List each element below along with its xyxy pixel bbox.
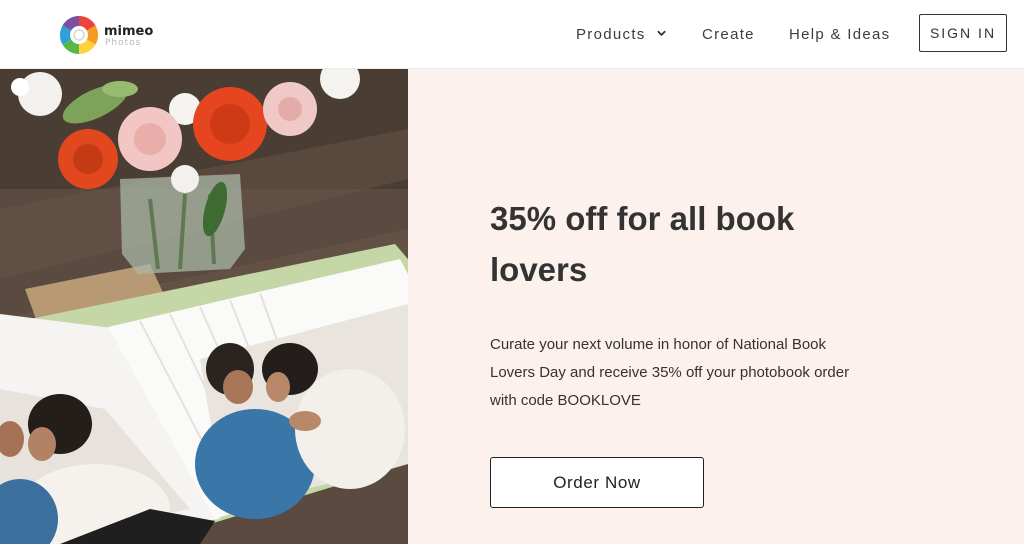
site-header: mimeo Photos Products Create Help & Idea… [0,0,1024,69]
mimeo-photos-logo[interactable]: mimeo Photos [58,14,168,56]
photobook-illustration [0,69,408,544]
promo-description: Curate your next volume in honor of Nati… [490,336,850,409]
hero-photo-book-image [0,69,408,544]
order-now-button[interactable]: Order Now [490,457,704,508]
nav-help-ideas[interactable]: Help & Ideas [789,26,890,43]
sign-in-button[interactable]: SIGN IN [919,14,1007,52]
camera-aperture-logo-icon [59,15,99,55]
chevron-down-icon [657,30,666,36]
promo-panel: 35% off for all book lovers Curate your … [408,69,1024,544]
logo-subtitle: Photos [105,38,142,48]
nav-products-label: Products [576,26,646,43]
nav-create[interactable]: Create [702,26,755,43]
promo-heading: 35% off for all book lovers [490,200,795,288]
logo-wordmark: mimeo [104,24,154,39]
nav-products[interactable]: Products [576,26,666,43]
